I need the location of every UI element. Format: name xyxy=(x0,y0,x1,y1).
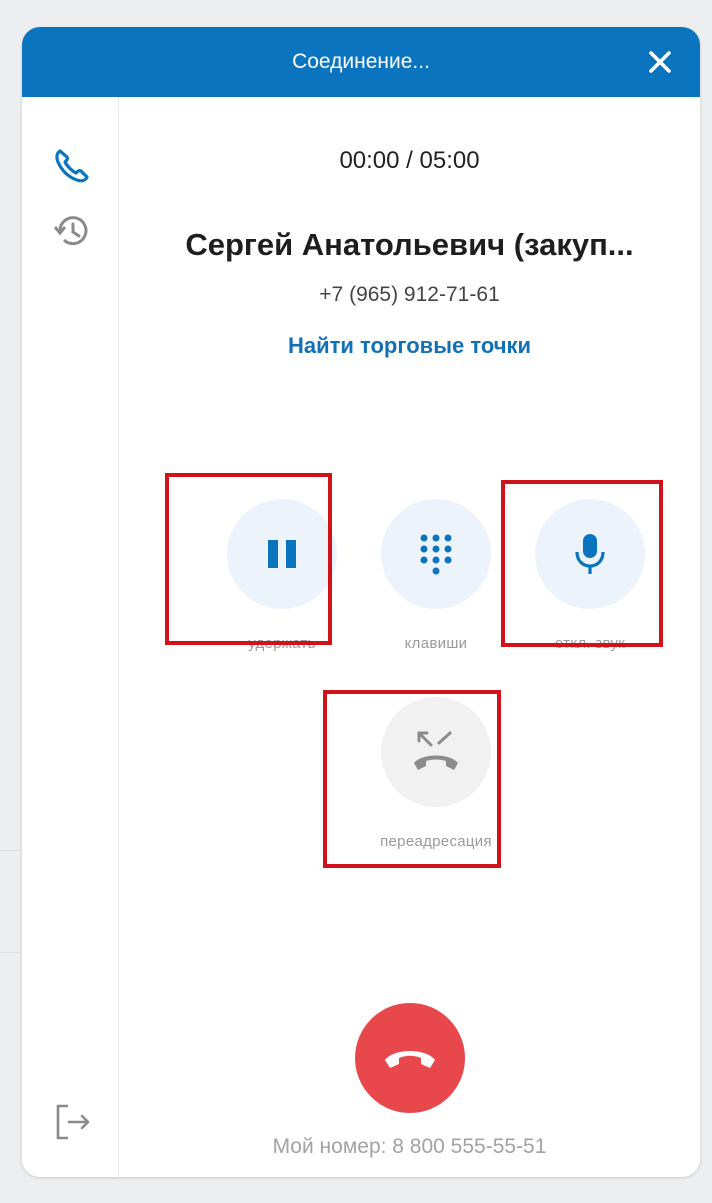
keypad-label: клавиши xyxy=(404,635,468,652)
find-stores-link[interactable]: Найти торговые точки xyxy=(119,333,700,359)
sidebar xyxy=(22,97,119,1177)
hangup-icon xyxy=(385,1051,435,1068)
highlight-hold xyxy=(165,473,332,645)
widget-header: Соединение... xyxy=(22,27,700,97)
history-icon xyxy=(53,216,88,246)
call-timer: 00:00 / 05:00 xyxy=(339,147,480,174)
keypad-button[interactable] xyxy=(381,499,491,609)
contact-phone: +7 (965) 912-71-61 xyxy=(319,283,500,306)
close-icon xyxy=(649,51,671,73)
keypad-action: клавиши xyxy=(356,499,516,652)
call-panel: 00:00 / 05:00 Сергей Анатольевич (закуп.… xyxy=(119,97,700,1177)
my-number: Мой номер: 8 800 555-55-51 xyxy=(272,1135,547,1158)
logout-button[interactable] xyxy=(50,1099,96,1145)
highlight-transfer xyxy=(323,690,501,868)
background-divider xyxy=(0,850,22,851)
call-widget: Соединение... 00:00 / 05:00 Сергей Анато… xyxy=(22,27,700,1177)
header-title: Соединение... xyxy=(292,50,430,73)
sidebar-item-call[interactable] xyxy=(48,141,96,189)
sidebar-item-history[interactable] xyxy=(50,209,94,253)
hangup-button[interactable] xyxy=(355,1003,465,1113)
contact-name: Сергей Анатольевич (закуп... xyxy=(185,227,634,262)
keypad-icon xyxy=(420,534,452,575)
close-button[interactable] xyxy=(642,44,678,80)
logout-icon xyxy=(56,1104,90,1140)
background-divider xyxy=(0,952,22,953)
phone-icon xyxy=(55,149,89,183)
highlight-mute xyxy=(501,480,663,647)
